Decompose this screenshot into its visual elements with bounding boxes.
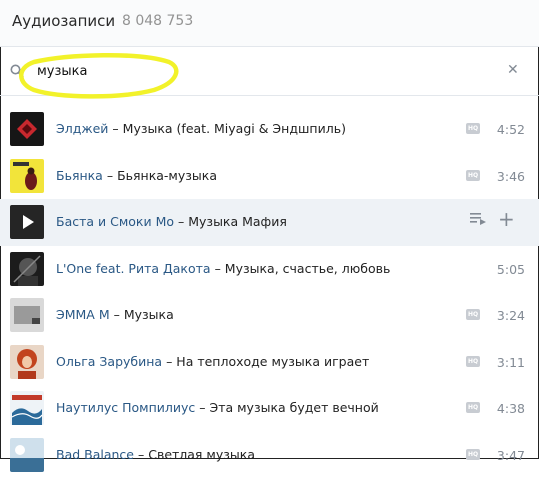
cover-image[interactable] [10,159,44,193]
playlist-add-icon[interactable] [470,211,486,225]
hq-badge: HQ [466,123,480,134]
track-row[interactable]: Bad Balance – Светлая музыка HQ 3:47 [0,432,539,478]
track-title[interactable]: Музыка [124,307,174,322]
track-row[interactable]: Бьянка – Бьянка-музыка HQ 3:46 [0,153,539,200]
track-row[interactable]: Наутилус Помпилиус – Эта музыка будет ве… [0,385,539,432]
track-artist[interactable]: ЭММА М [56,307,110,322]
track-list: Элджей – Музыка (feat. Miyagi & Эндшпиль… [0,106,539,478]
close-icon[interactable]: ✕ [507,62,519,78]
cover-image[interactable] [10,252,44,286]
cover-image[interactable] [10,438,44,472]
track-duration: 4:52 [497,122,525,137]
track-duration: 3:46 [497,169,525,184]
separator-dash: – [112,121,118,136]
play-button[interactable] [10,205,44,239]
track-artist[interactable]: Баста и Смоки Мо [56,214,174,229]
track-artist[interactable]: Наутилус Помпилиус [56,400,195,415]
hq-badge: HQ [466,170,480,181]
track-artist[interactable]: L'One feat. Рита Дакота [56,261,211,276]
highlight-circle [14,52,179,100]
track-title[interactable]: Музыка, счастье, любовь [225,261,391,276]
track-artist[interactable]: Бьянка [56,168,103,183]
hq-badge: HQ [466,356,480,367]
track-row[interactable]: Элджей – Музыка (feat. Miyagi & Эндшпиль… [0,106,539,153]
track-row[interactable]: ЭММА М – Музыка HQ 3:24 [0,292,539,339]
separator-dash: – [138,447,144,462]
track-row[interactable]: Баста и Смоки Мо – Музыка Мафия + [0,199,539,246]
hq-badge: HQ [466,402,480,413]
cover-image[interactable] [10,345,44,379]
track-title[interactable]: Музыка (feat. Miyagi & Эндшпиль) [123,121,346,136]
cover-image[interactable] [10,112,44,146]
cover-image[interactable] [10,298,44,332]
plus-icon[interactable]: + [498,209,515,229]
separator-dash: – [215,261,221,276]
hq-badge: HQ [466,449,480,460]
cover-image[interactable] [10,391,44,425]
hq-badge: HQ [466,309,480,320]
track-row[interactable]: L'One feat. Рита Дакота – Музыка, счасть… [0,246,539,293]
header: Аудиозаписи 8 048 753 [0,0,539,47]
separator-dash: – [166,354,172,369]
track-title[interactable]: Музыка Мафия [188,214,287,229]
separator-dash: – [199,400,205,415]
separator-dash: – [107,168,113,183]
track-title[interactable]: Эта музыка будет вечной [209,400,378,415]
track-duration: 3:47 [497,448,525,463]
track-duration: 3:24 [497,308,525,323]
page-title: Аудиозаписи [12,12,115,30]
track-artist[interactable]: Ольга Зарубина [56,354,162,369]
track-duration: 5:05 [497,262,525,277]
track-artist[interactable]: Bad Balance [56,447,134,462]
track-title[interactable]: Бьянка-музыка [117,168,217,183]
track-artist[interactable]: Элджей [56,121,108,136]
separator-dash: – [178,214,184,229]
track-duration: 4:38 [497,401,525,416]
track-title[interactable]: На теплоходе музыка играет [176,354,369,369]
track-duration: 3:11 [497,355,525,370]
track-title[interactable]: Светлая музыка [148,447,255,462]
separator-dash: – [114,307,120,322]
track-row[interactable]: Ольга Зарубина – На теплоходе музыка игр… [0,339,539,386]
audio-count: 8 048 753 [122,13,193,29]
